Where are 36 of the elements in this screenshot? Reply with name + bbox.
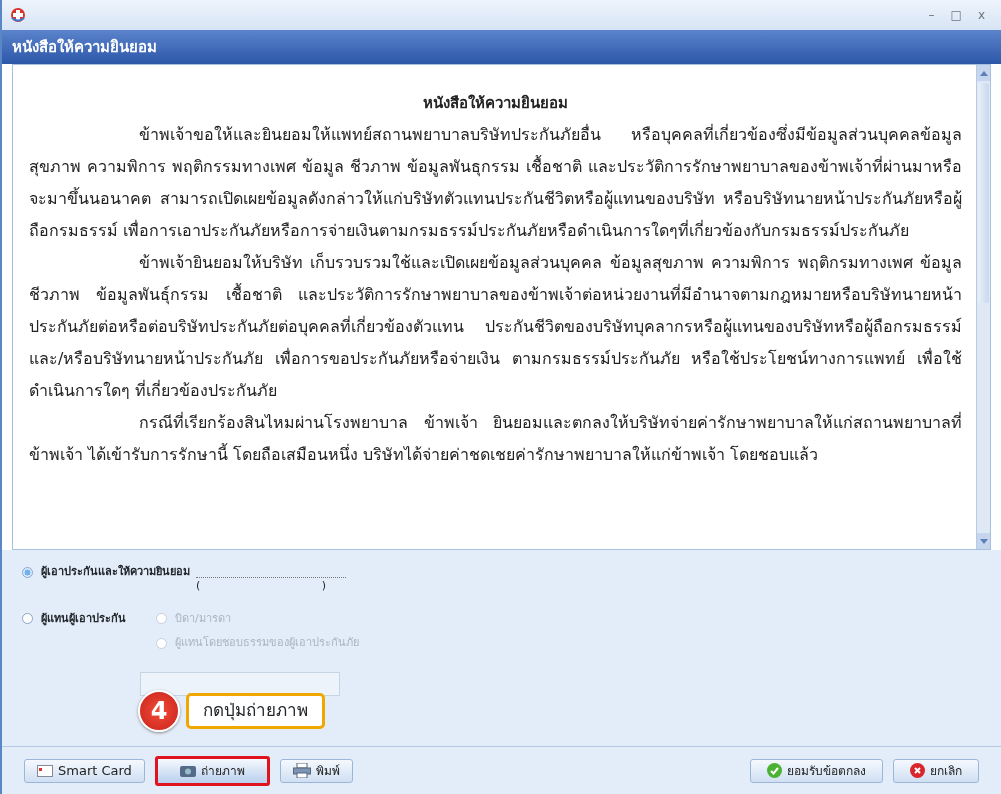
callout-label: กดปุ่มถ่ายภาพ (186, 693, 325, 729)
parenthesis: ) (321, 578, 326, 594)
radio-label: ผู้แทนโดยชอบธรรมของผู้เอาประกันภัย (175, 635, 359, 651)
up-arrow-icon (979, 70, 988, 76)
scroll-thumb[interactable] (978, 83, 989, 303)
app-logo-icon (10, 7, 26, 23)
text-field[interactable] (140, 671, 340, 696)
close-button[interactable]: x (969, 6, 993, 24)
step-number-badge: 4 (138, 690, 180, 732)
camera-icon (179, 764, 196, 777)
minimize-button[interactable]: – (920, 6, 943, 24)
document-paragraph: ข้าพเจ้ายินยอมให้บริษัท เก็บรวบรวมใช้และเปิดเผยข้อมูลส่วนบุคคล ข้อมูลสุขภาพ ความพิการ พฤติกรมทางเพศ ข้อมูลชีวภาพ ข้อมูลพันธุ์กรรม เชื้อชาติ และประวัติการรักษาพยาบาลของข้าพเจ้าต่อหน่วยงานที่มีอำนาจตามกฎหมายหรือบริษัทนายหน้าประกันภัยต่อหรือต่อบริษัทประกันภัยต่อบุคคลที่เกี่ยวข้องตัวแทน ประกันชีวิตของบริษัทบุคลากรหรือผู้แทนของบริษัทหรือผู้ถือกรมธรรม์ และ/หรือบริษัทนายหน้าประกันภัย เพื่อการขอประกันภัยหรือจ่ายเงิน ตามกรมธรรม์ประกันภัย หรือใช้ประโยชน์ทางการแพทย์ เพื่อใช้ดำเนินการใดๆ ที่เกี่ยวข้องประกันภัย (29, 251, 962, 402)
radio-label: ผู้แทนผู้เอาประกัน (41, 610, 126, 627)
scroll-bar[interactable] (976, 65, 990, 549)
smart-card-button[interactable]: Smart Card (24, 758, 145, 783)
radio-label: ผู้เอาประกันและให้ความยินยอม (41, 564, 190, 581)
print-button[interactable]: พิมพ์ (279, 758, 353, 783)
radio-button[interactable] (22, 566, 33, 578)
down-arrow-icon (979, 538, 988, 544)
radio-label: บิดา/มารดา (175, 610, 231, 627)
window-title: หนังสือให้ความยินยอม (12, 36, 157, 58)
maximize-button[interactable]: □ (942, 6, 970, 24)
cancel-button[interactable]: ยกเลิก (893, 758, 979, 783)
cancel-icon (910, 763, 925, 778)
document-paragraph: กรณีที่เรียกร้องสินไหมผ่านโรงพยาบาล ข้าพเจ้า ยินยอมและตกลงให้บริษัทจ่ายค่ารักษาพยาบาลให้แก่สถานพยาบาลที่ข้าพเจ้า ได้เข้ารับการรักษานี้ โดยถือเสมือนหนึ่ง บริษัทได้จ่ายค่าชดเชยค่ารักษาพยาบาลให้แก่ข้าพเจ้า โดยชอบแล้ว (29, 411, 962, 466)
scroll-up-button[interactable] (977, 65, 990, 81)
parenthesis: ( (196, 578, 201, 594)
document-paragraph: ข้าพเจ้าขอให้และยินยอมให้แพทย์สถานพยาบาลบริษัทประกันภัยอื่น หรือบุคคลที่เกี่ยวข้องซึ่งมีข้อมูลส่วนบุคคลข้อมูลสุขภาพ ความพิการ พฤติกรรมทางเพศ ข้อมูล ชีวภาพ ข้อมูลพันธุกรรม เชื้อชาติ และประวัติการรักษาพยาบาลของข้าพเจ้าที่ผ่านมาหรือจะมาขึ้นนอนาคต สามารถเปิดเผยข้อมูลดังกล่าวให้แก่บริษัทตัวแทนประกันชีวิตหรือผู้แทนของบริษัท หรือบริษัทนายหน้าประกันภัยหรือผู้ถือกรมธรรม์ เพื่อการเอาประกันภัยหรือการจ่ายเงินตามกรมธรรม์ประกันภัยหรือดำเนินการใดๆที่เกี่ยวข้องกับกรมธรรม์ประกันภัย (29, 123, 962, 242)
card-icon (37, 764, 53, 777)
printer-icon (292, 763, 311, 778)
radio-button[interactable] (22, 613, 33, 625)
accept-button[interactable]: ยอมรับข้อตกลง (750, 758, 883, 783)
scroll-down-button[interactable] (977, 533, 990, 549)
capture-photo-button[interactable]: ถ่ายภาพ (154, 755, 270, 786)
check-icon (767, 763, 782, 778)
document-heading: หนังสือให้ความยินยอม (422, 93, 569, 114)
